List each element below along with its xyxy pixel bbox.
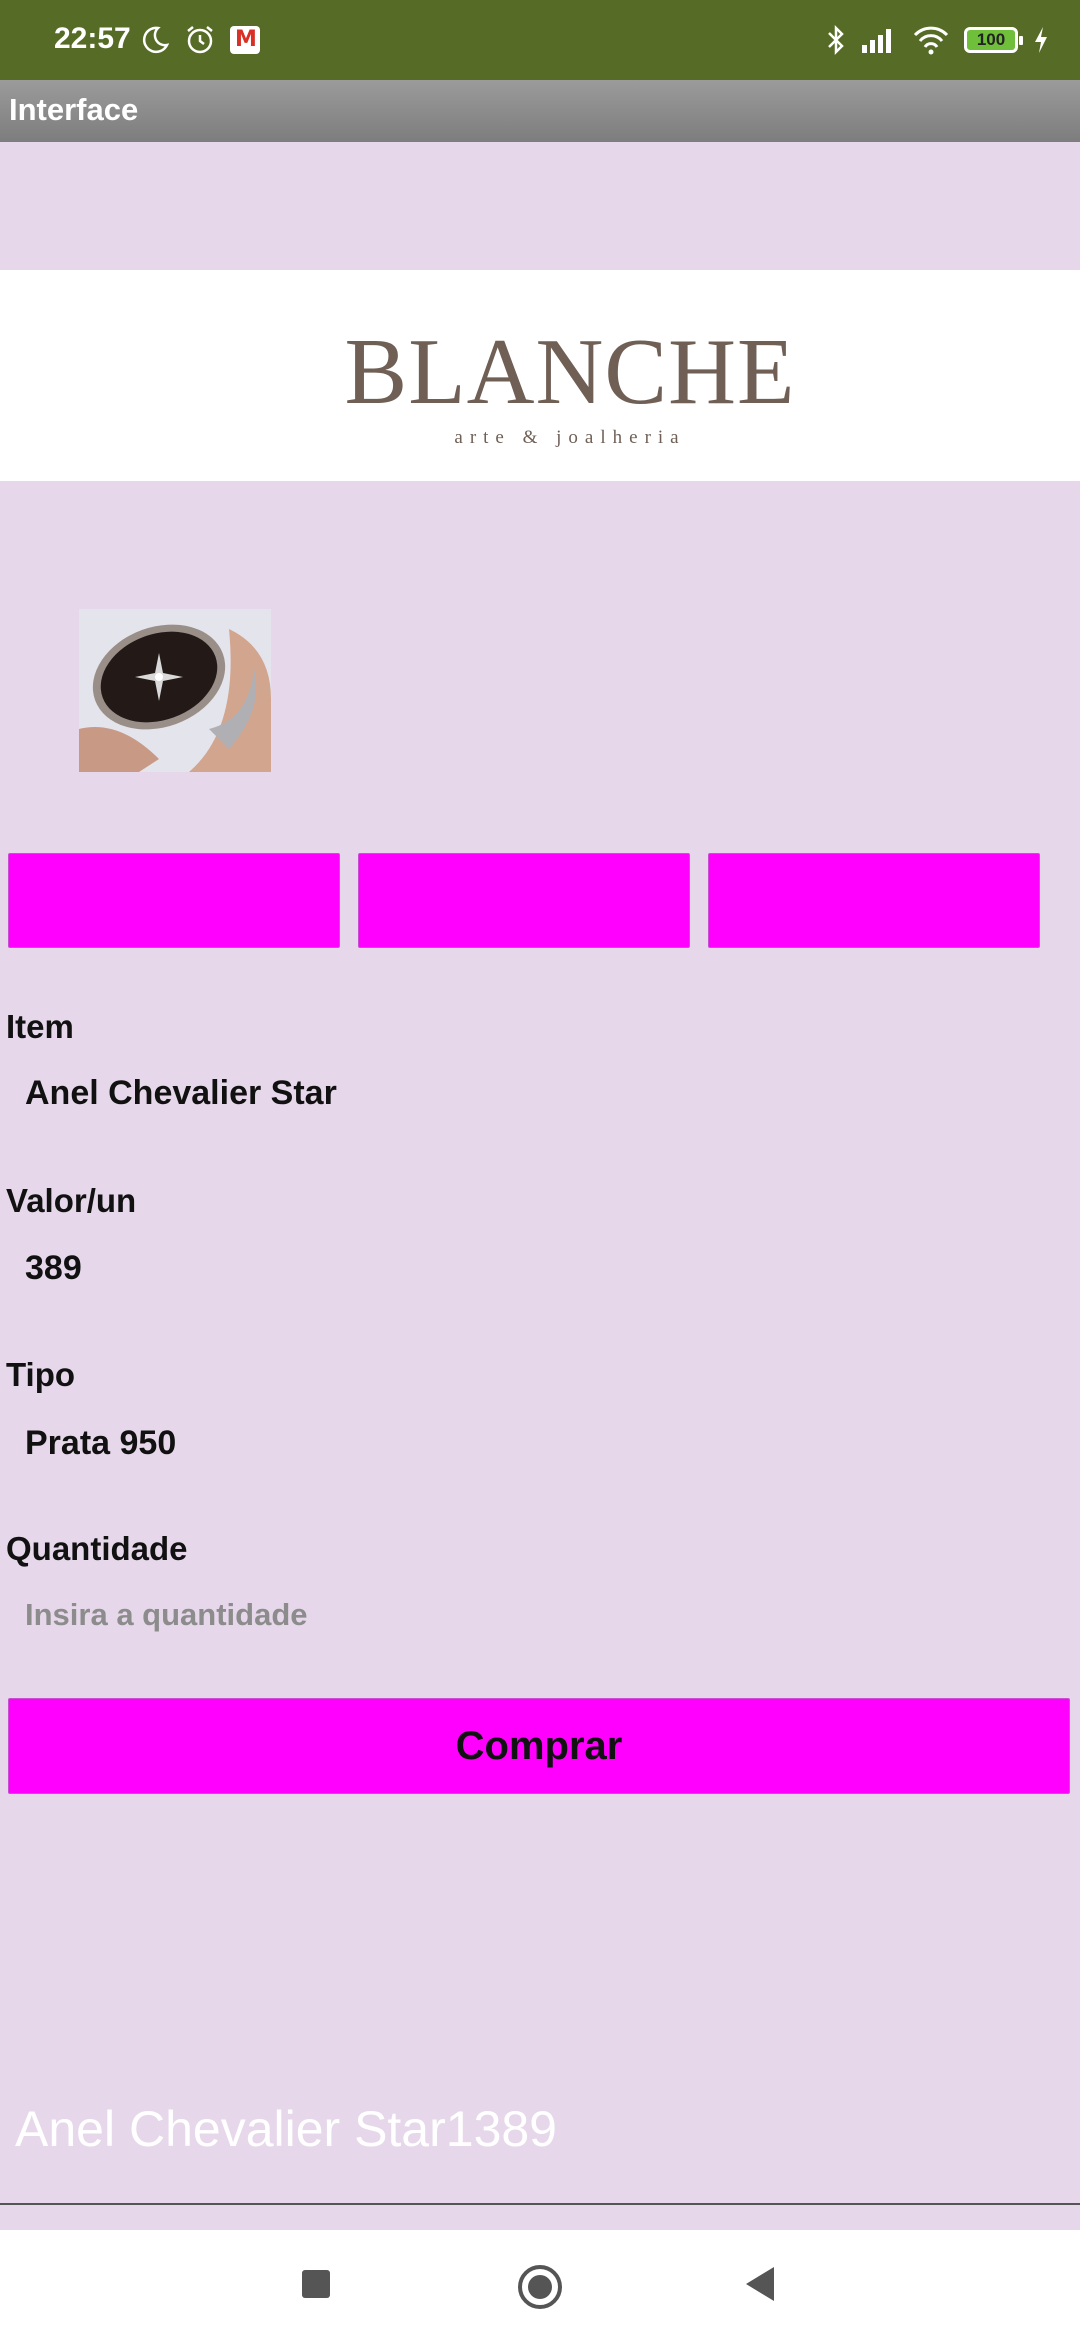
product-option-button-1[interactable] <box>8 853 340 948</box>
app-title: Interface <box>9 92 139 127</box>
product-option-button-3[interactable] <box>708 853 1040 948</box>
divider <box>0 2203 1080 2205</box>
status-left-icons <box>140 24 260 56</box>
back-icon[interactable] <box>746 2267 774 2301</box>
signal-icon <box>862 29 891 53</box>
logo-banner: BLANCHE arte & joalheria <box>0 270 1080 481</box>
product-image <box>79 609 271 772</box>
brand-name: BLANCHE <box>344 320 796 424</box>
system-nav-bar <box>0 2230 1080 2340</box>
price-value: 389 <box>25 1249 82 1287</box>
buy-button[interactable]: Comprar <box>8 1698 1070 1794</box>
brand-logo: BLANCHE arte & joalheria <box>0 325 1080 449</box>
type-label: Tipo <box>6 1356 76 1393</box>
bluetooth-icon <box>828 24 844 56</box>
recents-icon[interactable] <box>302 2270 330 2298</box>
brand-tagline: arte & joalheria <box>454 427 686 448</box>
item-value: Anel Chevalier Star <box>25 1074 337 1112</box>
moon-icon <box>142 26 170 54</box>
item-label: Item <box>6 1008 74 1045</box>
summary-text: Anel Chevalier Star1389 <box>15 2101 557 2157</box>
status-time: 22:57 <box>54 22 131 55</box>
alarm-icon <box>187 26 213 54</box>
app-bar: Interface <box>0 80 1080 142</box>
gmail-icon <box>230 26 260 54</box>
battery-icon: 100 <box>964 27 1023 53</box>
wifi-icon <box>913 26 949 55</box>
product-option-button-2[interactable] <box>358 853 690 948</box>
status-bar: 22:57 100 <box>0 0 1080 80</box>
quantity-label: Quantidade <box>6 1530 188 1567</box>
charging-icon <box>1035 27 1047 53</box>
home-icon[interactable] <box>518 2265 562 2309</box>
quantity-input[interactable] <box>25 1590 1065 1640</box>
price-label: Valor/un <box>6 1182 137 1219</box>
status-right-icons: 100 <box>826 24 1050 56</box>
type-value: Prata 950 <box>25 1424 177 1462</box>
